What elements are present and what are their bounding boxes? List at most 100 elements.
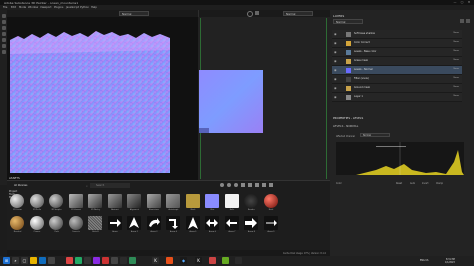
eraser-tool-icon[interactable]: [1, 20, 6, 24]
smudge-tool-icon[interactable]: [1, 38, 6, 42]
app-icon[interactable]: [222, 257, 229, 264]
brave-icon[interactable]: [166, 257, 173, 264]
polygon-fill-icon[interactable]: [1, 32, 6, 36]
asset-thumbnail[interactable]: [107, 194, 122, 208]
3d-viewport[interactable]: [7, 17, 198, 180]
asset-thumbnail[interactable]: [49, 194, 63, 208]
filter-brush-icon[interactable]: [241, 183, 245, 187]
app-icon[interactable]: [235, 257, 242, 264]
filter-smart-material-icon[interactable]: [227, 183, 231, 187]
layer-row[interactable]: ◉ Ground mask Norm: [332, 84, 462, 93]
visibility-eye-icon[interactable]: ◉: [334, 50, 337, 54]
task-view-icon[interactable]: ▢: [21, 257, 28, 264]
app-icon[interactable]: [129, 257, 136, 264]
left-viewport-mode-dropdown[interactable]: Normal: [119, 11, 149, 16]
asset-thumbnail[interactable]: [244, 194, 258, 208]
asset-thumbnail[interactable]: [68, 194, 83, 208]
search-taskbar-icon[interactable]: ⌕: [12, 257, 19, 264]
menu-plugins[interactable]: Plugins: [54, 6, 63, 9]
visibility-eye-icon[interactable]: ◉: [334, 41, 337, 45]
menu-viewport[interactable]: Viewport: [40, 6, 51, 9]
all-libraries-label[interactable]: All libraries: [14, 184, 27, 187]
windows-start-icon[interactable]: ⊞: [3, 257, 10, 264]
layer-row[interactable]: ◉ Soft base shallow Norm: [332, 30, 462, 39]
clock-date[interactable]: 1/1/2023: [445, 261, 455, 264]
blend-mode[interactable]: Norm: [454, 68, 459, 70]
visibility-eye-icon[interactable]: ◉: [334, 95, 337, 99]
visibility-eye-icon[interactable]: ◉: [334, 32, 337, 36]
app-icon[interactable]: [75, 257, 82, 264]
asset-thumbnail[interactable]: [29, 194, 44, 208]
filter-alpha-icon[interactable]: [255, 183, 259, 187]
paint-tool-icon[interactable]: [1, 14, 6, 18]
k-app-icon-2[interactable]: K: [195, 257, 202, 264]
blend-mode[interactable]: Norm: [454, 41, 459, 43]
asset-thumbnail[interactable]: [88, 194, 102, 208]
filter-material-icon[interactable]: [220, 183, 224, 187]
asset-thumbnail[interactable]: [205, 194, 219, 208]
asset-thumbnail[interactable]: [224, 194, 239, 208]
arrow-turn-icon[interactable]: [166, 216, 180, 230]
k-app-icon[interactable]: K: [152, 257, 159, 264]
layer-row-selected[interactable]: ◉ Levels - Normal Norm: [332, 66, 462, 75]
menu-window[interactable]: Window: [28, 6, 38, 9]
arrow-right-bold-icon[interactable]: [244, 216, 258, 230]
visibility-eye-icon[interactable]: ◉: [334, 59, 337, 63]
layer-row[interactable]: ◉ Filter (snow) Norm: [332, 75, 462, 84]
terminal-icon[interactable]: [84, 257, 91, 264]
invert-button[interactable]: Invert: [422, 182, 428, 185]
asset-thumbnail[interactable]: [10, 216, 24, 230]
layer-row[interactable]: ◉ Grass mask Norm: [332, 57, 462, 66]
menu-help[interactable]: Help: [91, 6, 97, 9]
asset-thumbnail[interactable]: [68, 216, 83, 230]
affected-channel-dropdown[interactable]: Normal: [360, 133, 390, 137]
chrome-icon[interactable]: [66, 257, 73, 264]
color-picker-icon[interactable]: [1, 50, 6, 54]
menu-edit[interactable]: Edit: [11, 6, 16, 9]
delete-layer-icon[interactable]: [466, 19, 470, 23]
substance-icon[interactable]: [209, 257, 216, 264]
menu-javascript[interactable]: JavaScript: [66, 6, 79, 9]
language-indicator[interactable]: ENG US: [420, 259, 428, 262]
layer-row[interactable]: ◉ Levels - Base color Norm: [332, 48, 462, 57]
blend-mode[interactable]: Norm: [454, 50, 459, 52]
levels-histogram[interactable]: [336, 142, 464, 175]
auto-button[interactable]: Auto: [410, 182, 415, 185]
filter-filter-icon[interactable]: [234, 183, 238, 187]
asset-thumbnail[interactable]: [127, 194, 141, 208]
asset-thumbnail[interactable]: [263, 194, 278, 208]
app-icon[interactable]: [102, 257, 109, 264]
store-icon[interactable]: [48, 257, 55, 264]
reset-button[interactable]: Reset: [396, 182, 402, 185]
asset-thumbnail[interactable]: [49, 216, 63, 230]
filter-texture-icon[interactable]: [248, 183, 252, 187]
blend-mode[interactable]: Norm: [454, 32, 459, 34]
arrow-up-sharp-icon[interactable]: [185, 216, 200, 230]
levels-mode[interactable]: Color: [336, 182, 342, 185]
blend-mode[interactable]: Norm: [454, 86, 459, 88]
projection-tool-icon[interactable]: [1, 26, 6, 30]
blend-mode[interactable]: Norm: [454, 95, 459, 97]
asset-thumbnail[interactable]: [10, 194, 24, 208]
layer-row[interactable]: ◉ Layer 1 Norm: [332, 93, 462, 102]
asset-thumbnail[interactable]: [166, 194, 180, 208]
layer-channel-dropdown[interactable]: Normal: [333, 19, 363, 24]
visibility-eye-icon[interactable]: ◉: [334, 77, 337, 81]
filter-environment-icon[interactable]: [262, 183, 266, 187]
add-layer-icon[interactable]: [460, 19, 464, 23]
app-icon[interactable]: ◆: [180, 257, 187, 264]
arrow-right-icon[interactable]: [107, 216, 122, 230]
filter-mask-icon[interactable]: [269, 183, 273, 187]
clone-tool-icon[interactable]: [1, 44, 6, 48]
app-icon[interactable]: [93, 257, 100, 264]
clamp-button[interactable]: Clamp: [436, 182, 443, 185]
app-icon[interactable]: [111, 257, 118, 264]
visibility-eye-icon[interactable]: ◉: [334, 86, 337, 90]
visibility-eye-icon[interactable]: ◉: [334, 68, 337, 72]
menu-file[interactable]: File: [3, 6, 7, 9]
asset-thumbnail[interactable]: [88, 216, 102, 230]
asset-thumbnail[interactable]: [29, 216, 44, 230]
edge-browser-icon[interactable]: [39, 257, 46, 264]
arrow-right-thin-icon[interactable]: [263, 216, 278, 230]
arrow-left-icon[interactable]: [224, 216, 239, 230]
